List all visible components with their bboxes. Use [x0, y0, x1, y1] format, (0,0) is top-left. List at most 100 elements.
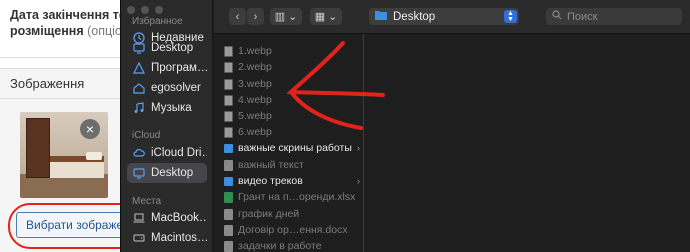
chevron-right-icon: ›	[357, 176, 360, 186]
search-placeholder: Поиск	[567, 10, 598, 23]
file-name: важные скрины работы	[238, 142, 352, 154]
chevron-right-icon: ›	[357, 143, 360, 153]
close-dot[interactable]	[127, 6, 135, 14]
image-file-icon	[224, 61, 233, 73]
file-name: 3.webp	[238, 78, 272, 90]
file-name: Договір ор…ення.docx	[238, 224, 348, 236]
dialog-sidebar: Избранное Недавние Desktop Програм… egos…	[121, 0, 213, 252]
file-name: задачки в работе	[238, 240, 322, 252]
file-name: график дней	[238, 208, 300, 220]
file-name: 4.webp	[238, 94, 272, 106]
file-name: 5.webp	[238, 110, 272, 122]
sidebar-item-label: Desktop	[151, 42, 194, 54]
sidebar-item-label: Музыка	[151, 102, 192, 114]
image-file-icon	[224, 126, 233, 138]
music-icon	[133, 102, 145, 114]
sidebar-item-label: Macintos…	[151, 232, 207, 244]
images-section-title: Зображення	[10, 76, 85, 91]
file-open-dialog: Избранное Недавние Desktop Програм… egos…	[120, 0, 690, 252]
folder-icon	[224, 176, 233, 186]
window-controls	[127, 6, 163, 14]
sidebar-item-label: egosolver	[151, 82, 201, 94]
file-name: 1.webp	[238, 45, 272, 57]
photo-wardrobe	[26, 118, 50, 178]
document-icon	[224, 159, 233, 171]
file-name: важный текст	[238, 159, 304, 171]
cloud-icon	[133, 147, 145, 159]
file-name: Грант на п…оренди.xlsx	[238, 191, 356, 203]
up-down-chevron-icon: ▲ ▼	[504, 10, 517, 23]
file-item[interactable]: 5.webp	[224, 108, 364, 124]
forward-button[interactable]: ›	[247, 8, 264, 25]
sidebar-item-label: iCloud Dri…	[151, 147, 207, 159]
dialog-toolbar: ‹ › ▥ ⌄ ▦ ⌄ Desktop ▲ ▼ Поиск	[214, 0, 690, 34]
sidebar-item-macintosh-hd[interactable]: Macintos…	[127, 228, 207, 248]
chevron-down-icon: ⌄	[328, 11, 338, 23]
columns-icon: ▥	[274, 11, 286, 23]
view-grid-button[interactable]: ▦ ⌄	[310, 8, 342, 25]
sidebar-item-applications[interactable]: Програм…	[127, 58, 207, 78]
back-icon: ‹	[235, 10, 240, 23]
sidebar-item-icloud-drive[interactable]: iCloud Dri…	[127, 143, 207, 163]
folder-item[interactable]: видео треков ›	[224, 173, 364, 189]
desktop-icon	[133, 42, 145, 54]
file-list-column: 1.webp 2.webp 3.webp 4.webp 5.webp 6.web…	[214, 34, 364, 252]
document-icon	[224, 208, 233, 220]
file-item[interactable]: Договір ор…ення.docx	[224, 222, 364, 238]
placement-label-text: розміщення	[10, 24, 84, 38]
sidebar-item-home[interactable]: egosolver	[127, 78, 207, 98]
file-name: 2.webp	[238, 61, 272, 73]
file-item[interactable]: важный текст	[224, 157, 364, 173]
icloud-heading: iCloud	[132, 130, 161, 141]
zoom-dot[interactable]	[155, 6, 163, 14]
folder-item[interactable]: важные скрины работы ›	[224, 140, 364, 156]
image-file-icon	[224, 45, 233, 57]
location-label: Desktop	[393, 10, 436, 23]
file-item[interactable]: 6.webp	[224, 124, 364, 140]
word-document-icon	[224, 224, 233, 236]
photo-pillow	[86, 152, 102, 160]
file-item[interactable]: 2.webp	[224, 59, 364, 75]
sidebar-item-macbook[interactable]: MacBook…	[127, 208, 207, 228]
document-icon	[224, 240, 233, 252]
favorites-heading: Избранное	[132, 16, 183, 27]
back-button[interactable]: ‹	[229, 8, 246, 25]
sidebar-item-desktop-icloud[interactable]: Desktop	[127, 163, 207, 183]
sidebar-item-label: MacBook…	[151, 212, 207, 224]
forward-icon: ›	[253, 10, 258, 23]
sidebar-item-desktop-favorite[interactable]: Desktop	[127, 38, 207, 58]
file-item[interactable]: 4.webp	[224, 92, 364, 108]
file-name: видео треков	[238, 175, 303, 187]
placement-label: розміщення (опціона	[10, 24, 136, 38]
file-name: 6.webp	[238, 126, 272, 138]
home-icon	[133, 82, 145, 94]
folder-icon	[224, 143, 233, 153]
file-item[interactable]: 1.webp	[224, 43, 364, 59]
chevron-down-icon: ⌄	[288, 11, 298, 23]
minimize-dot[interactable]	[141, 6, 149, 14]
desktop-icon	[133, 167, 145, 179]
sidebar-item-music[interactable]: Музыка	[127, 98, 207, 118]
image-file-icon	[224, 110, 233, 122]
image-file-icon	[224, 78, 233, 90]
sidebar-item-label: Програм…	[151, 62, 207, 74]
apps-icon	[133, 62, 145, 74]
image-file-icon	[224, 94, 233, 106]
drive-icon	[133, 232, 145, 244]
search-field[interactable]: Поиск	[546, 8, 682, 25]
file-item[interactable]: 3.webp	[224, 76, 364, 92]
file-item[interactable]: задачки в работе	[224, 238, 364, 252]
grid-icon: ▦	[314, 11, 326, 23]
file-item[interactable]: график дней	[224, 206, 364, 222]
laptop-icon	[133, 212, 145, 224]
folder-icon	[375, 10, 387, 23]
sidebar-item-label: Desktop	[151, 167, 194, 179]
file-item[interactable]: Грант на п…оренди.xlsx	[224, 189, 364, 205]
spreadsheet-icon	[224, 191, 233, 203]
places-heading: Места	[132, 196, 162, 207]
location-popup[interactable]: Desktop ▲ ▼	[369, 8, 519, 25]
search-icon	[552, 10, 562, 23]
screen: Дата закінчення терм розміщення (опціона…	[0, 0, 690, 252]
view-columns-button[interactable]: ▥ ⌄	[270, 8, 302, 25]
remove-image-button[interactable]: ×	[80, 119, 100, 139]
